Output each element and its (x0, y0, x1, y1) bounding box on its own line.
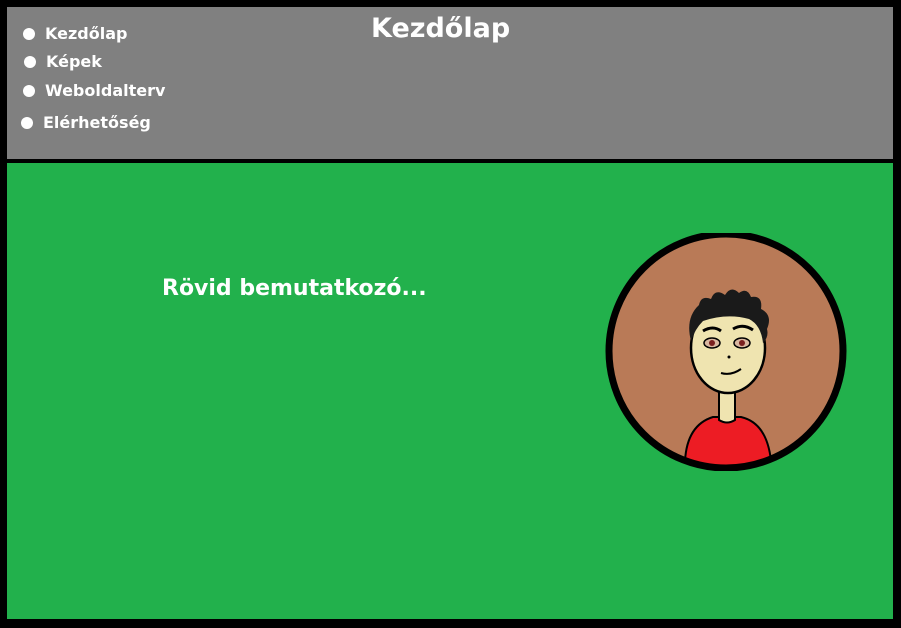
nose-shape (727, 355, 731, 359)
nav-item-webdesign[interactable]: Weboldalterv (23, 81, 165, 100)
bullet-icon (21, 116, 33, 129)
nav-item-label: Képek (46, 52, 102, 71)
nav-item-contact[interactable]: Elérhetőség (21, 113, 151, 132)
bullet-icon (23, 27, 35, 40)
nav-item-home[interactable]: Kezdőlap (23, 24, 127, 43)
nav-item-label: Elérhetőség (43, 113, 151, 132)
page: Kezdőlap Képek Weboldalterv Elérhetőség … (0, 0, 901, 628)
pupil-right (739, 340, 745, 346)
avatar (605, 233, 847, 471)
nav-item-images[interactable]: Képek (24, 52, 102, 71)
bullet-icon (23, 84, 35, 97)
nav-item-label: Weboldalterv (45, 81, 166, 100)
pupil-left (709, 340, 715, 346)
bullet-icon (24, 55, 36, 68)
nav-item-label: Kezdőlap (45, 24, 128, 43)
intro-text: Rövid bemutatkozó... (162, 276, 427, 301)
header: Kezdőlap Képek Weboldalterv Elérhetőség … (7, 7, 893, 159)
main-content: Rövid bemutatkozó... (7, 163, 893, 619)
page-title: Kezdőlap (371, 13, 511, 44)
